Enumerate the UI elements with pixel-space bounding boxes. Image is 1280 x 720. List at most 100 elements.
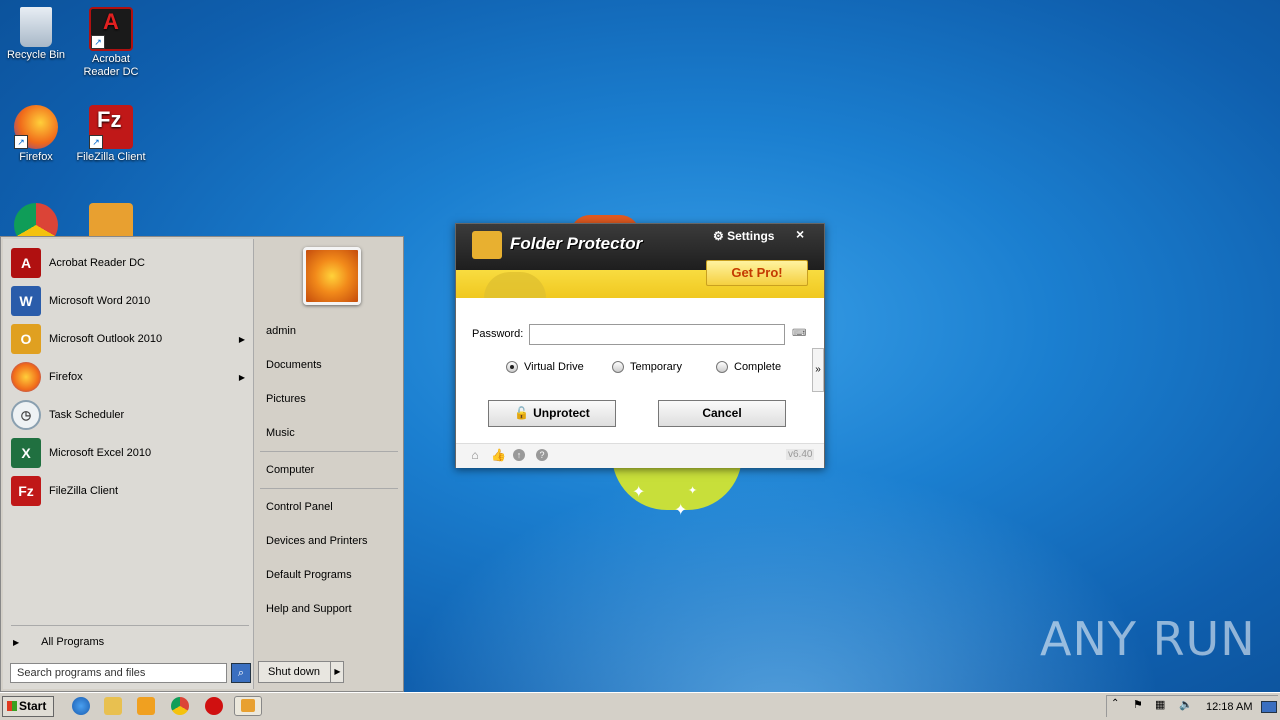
program-acrobat-reader[interactable]: A Acrobat Reader DC [11, 246, 251, 280]
desktop-icon-recycle-bin[interactable]: Recycle Bin [1, 7, 71, 62]
shortcut-arrow-icon: ↗ [89, 135, 103, 149]
filezilla-icon: Fz [11, 476, 41, 506]
get-pro-button[interactable]: Get Pro! [706, 260, 808, 286]
clock[interactable]: 12:18 AM [1206, 701, 1252, 713]
option-temporary[interactable]: Temporary [612, 361, 682, 373]
option-virtual-drive[interactable]: Virtual Drive [506, 361, 584, 373]
desktop-icon-firefox[interactable]: ↗ Firefox [1, 105, 71, 164]
search-icon[interactable]: ⌕ [231, 663, 251, 683]
place-help-support[interactable]: Help and Support [266, 603, 352, 615]
shutdown-label: Shut down [268, 666, 320, 678]
desktop-icon-filezilla[interactable]: Fz ↗ FileZilla Client [76, 105, 146, 164]
divider [260, 488, 398, 489]
place-music[interactable]: Music [266, 427, 295, 439]
sparkle-icon: ✦ [674, 502, 688, 519]
program-label: Microsoft Word 2010 [49, 295, 151, 307]
search-input[interactable]: Search programs and files [10, 663, 227, 683]
program-label: Acrobat Reader DC [49, 257, 145, 269]
file-explorer-icon[interactable] [104, 697, 122, 715]
volume-icon[interactable]: 🔈 [1179, 698, 1193, 711]
flag-icon[interactable]: ⚑ [1133, 698, 1143, 711]
settings-label: Settings [727, 229, 775, 243]
firefox-icon [11, 362, 41, 392]
desktop-icon-label: Acrobat Reader DC [83, 53, 139, 78]
folder-protector-dialog: Folder Protector ⚙ Settings × Get Pro! P… [455, 223, 825, 468]
shortcut-arrow-icon: ↗ [14, 135, 28, 149]
password-label: Password: [472, 328, 524, 340]
divider [11, 625, 249, 626]
program-label: FileZilla Client [49, 485, 119, 497]
internet-explorer-icon[interactable] [72, 697, 90, 715]
sparkle-icon: ✦ [688, 485, 698, 497]
acrobat-icon: A ↗ [89, 7, 133, 51]
program-label: Task Scheduler [49, 409, 125, 421]
sparkle-icon: ✦ [632, 484, 646, 501]
dialog-title: Folder Protector [510, 234, 643, 253]
show-hidden-icons-icon[interactable]: ⌃ [1111, 698, 1119, 709]
shortcut-arrow-icon: ↗ [91, 35, 105, 49]
place-documents[interactable]: Documents [266, 359, 322, 371]
right-arrow-icon: ▶ [13, 638, 20, 647]
opera-icon[interactable] [205, 697, 223, 715]
program-label: Microsoft Outlook 2010 [49, 333, 163, 345]
media-player-icon[interactable] [137, 697, 155, 715]
clock-icon: ◷ [11, 400, 41, 430]
thumbs-up-icon[interactable]: 👍 [491, 449, 506, 461]
desktop-icon-label: FileZilla Client [76, 151, 146, 163]
option-label: Complete [734, 361, 782, 373]
dialog-footer: ⌂ 👍 ↑ ? v6.40 [456, 443, 824, 468]
user-avatar[interactable] [303, 247, 361, 305]
program-firefox[interactable]: Firefox ▶ [11, 360, 251, 394]
start-menu: A Acrobat Reader DC W Microsoft Word 201… [0, 236, 404, 692]
radio-icon [612, 361, 624, 373]
place-devices-printers[interactable]: Devices and Printers [266, 535, 368, 547]
start-button[interactable]: Start [2, 696, 54, 717]
place-default-programs[interactable]: Default Programs [266, 569, 352, 581]
all-programs-label: All Programs [41, 636, 105, 648]
settings-button[interactable]: ⚙ Settings [713, 229, 774, 243]
program-task-scheduler[interactable]: ◷ Task Scheduler [11, 398, 251, 432]
desktop-icon-acrobat[interactable]: A ↗ Acrobat Reader DC [76, 7, 146, 79]
upload-icon[interactable]: ↑ [513, 449, 525, 461]
version-label: v6.40 [786, 449, 815, 460]
option-complete[interactable]: Complete [716, 361, 781, 373]
chrome-icon[interactable] [171, 697, 189, 715]
submenu-arrow-icon: ▶ [238, 334, 245, 344]
shutdown-options-arrow-icon[interactable]: ▶ [330, 661, 344, 683]
program-excel[interactable]: X Microsoft Excel 2010 [11, 436, 251, 470]
cancel-button[interactable]: Cancel [658, 400, 786, 427]
help-icon[interactable]: ? [536, 449, 548, 461]
filezilla-icon: Fz ↗ [89, 105, 133, 149]
network-icon[interactable]: ▦ [1155, 698, 1165, 711]
all-programs[interactable]: ▶ All Programs [13, 636, 104, 648]
expand-panel-button[interactable]: » [812, 348, 824, 392]
place-pictures[interactable]: Pictures [266, 393, 306, 405]
anyrun-watermark: ANY RUN [1040, 612, 1256, 666]
password-field[interactable] [529, 324, 785, 345]
folder-protector-task[interactable] [234, 696, 262, 716]
radio-icon [716, 361, 728, 373]
program-outlook[interactable]: O Microsoft Outlook 2010 ▶ [11, 322, 251, 356]
word-icon: W [11, 286, 41, 316]
folder-lock-icon [241, 699, 255, 712]
program-label: Microsoft Excel 2010 [49, 447, 152, 459]
unprotect-label: Unprotect [533, 406, 590, 420]
place-control-panel[interactable]: Control Panel [266, 501, 333, 513]
submenu-arrow-icon: ▶ [238, 372, 245, 382]
home-icon[interactable]: ⌂ [469, 449, 481, 461]
outlook-icon: O [11, 324, 41, 354]
close-icon[interactable]: × [796, 226, 804, 242]
program-word[interactable]: W Microsoft Word 2010 [11, 284, 251, 318]
unlock-icon: 🔓 [514, 406, 530, 420]
radio-selected-icon [506, 361, 518, 373]
keyboard-icon[interactable]: ⌨ [792, 328, 806, 339]
place-computer[interactable]: Computer [266, 464, 314, 476]
place-admin[interactable]: admin [266, 325, 296, 337]
program-filezilla[interactable]: Fz FileZilla Client [11, 474, 251, 508]
acrobat-icon: A [11, 248, 41, 278]
unprotect-button[interactable]: 🔓 Unprotect [488, 400, 616, 427]
show-desktop-icon[interactable] [1261, 701, 1277, 713]
taskbar: Start ⌃ ⚑ ▦ 🔈 12:18 AM [0, 692, 1280, 720]
program-label: Firefox [49, 371, 83, 383]
desktop-icon-label: Recycle Bin [6, 49, 66, 61]
